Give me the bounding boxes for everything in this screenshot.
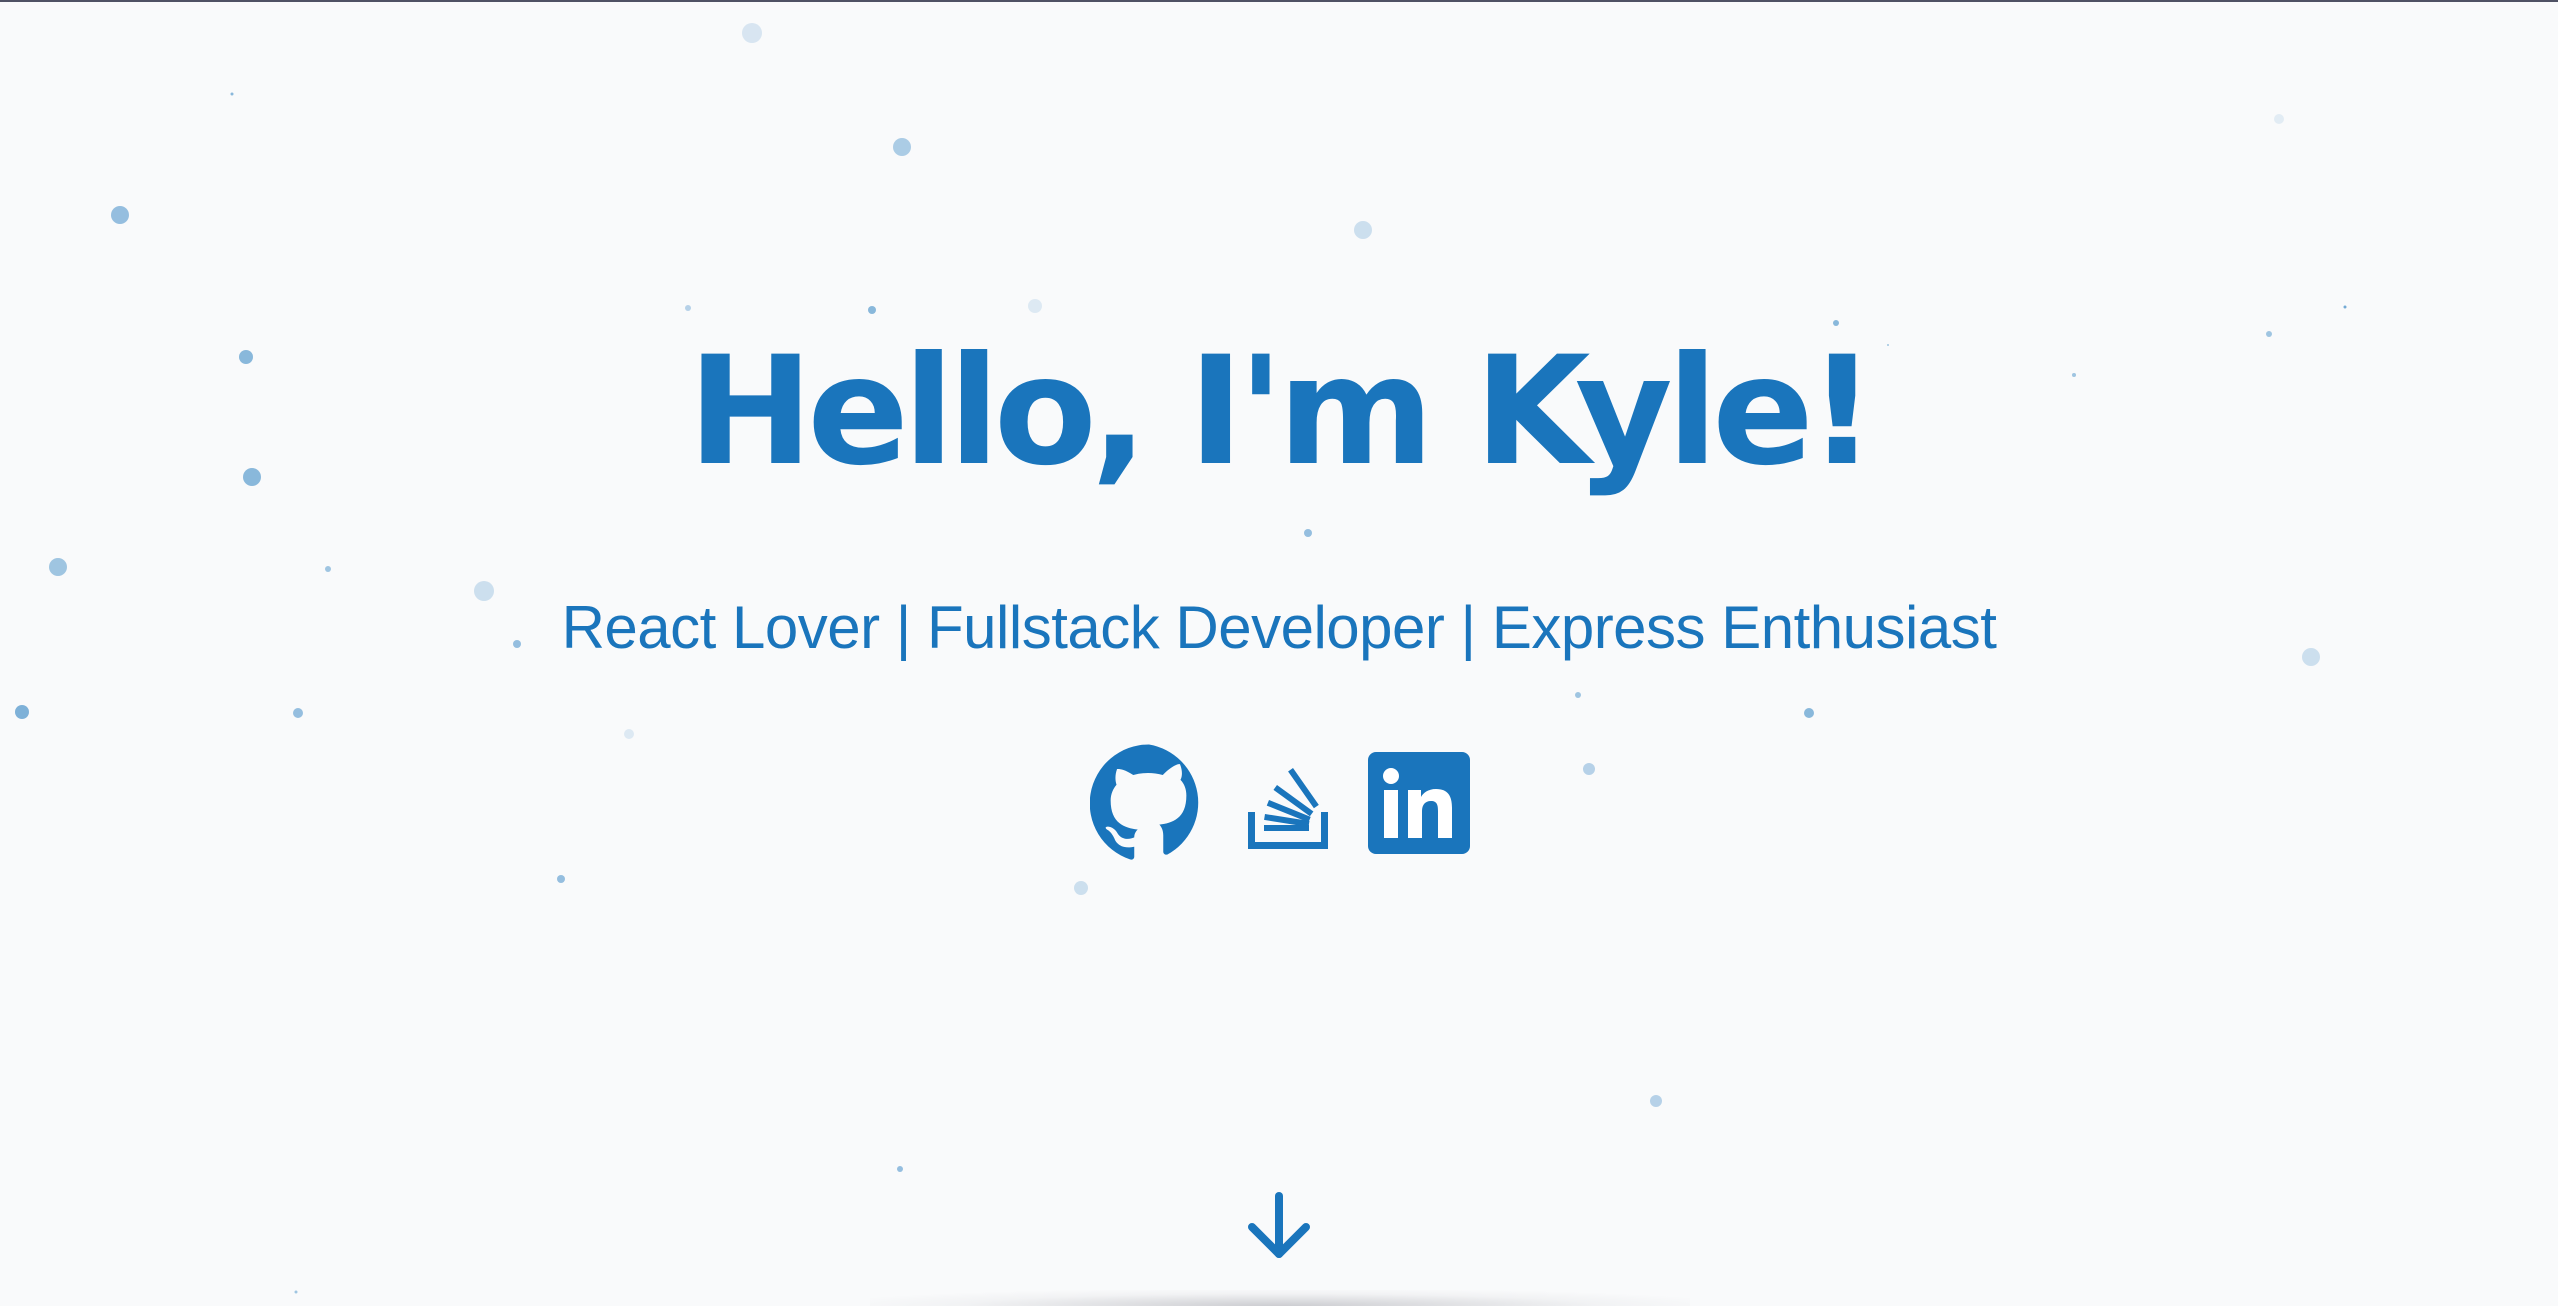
github-icon [1089,744,1199,860]
stackoverflow-link[interactable] [1248,750,1328,852]
stackoverflow-icon [1248,768,1328,849]
github-link[interactable] [1089,743,1208,861]
arrow-down-icon [1248,1192,1310,1258]
hero-section: Hello, I'm Kyle! React Lover | Fullstack… [0,0,2558,1306]
hero-title: Hello, I'm Kyle! [687,325,1877,499]
next-section-shadow [870,1290,1690,1306]
linkedin-icon [1368,752,1470,854]
scroll-down-button[interactable] [1246,1190,1312,1262]
social-links [1088,740,1472,860]
linkedin-link[interactable] [1368,752,1470,854]
hero-subtitle: React Lover | Fullstack Developer | Expr… [561,594,1997,661]
